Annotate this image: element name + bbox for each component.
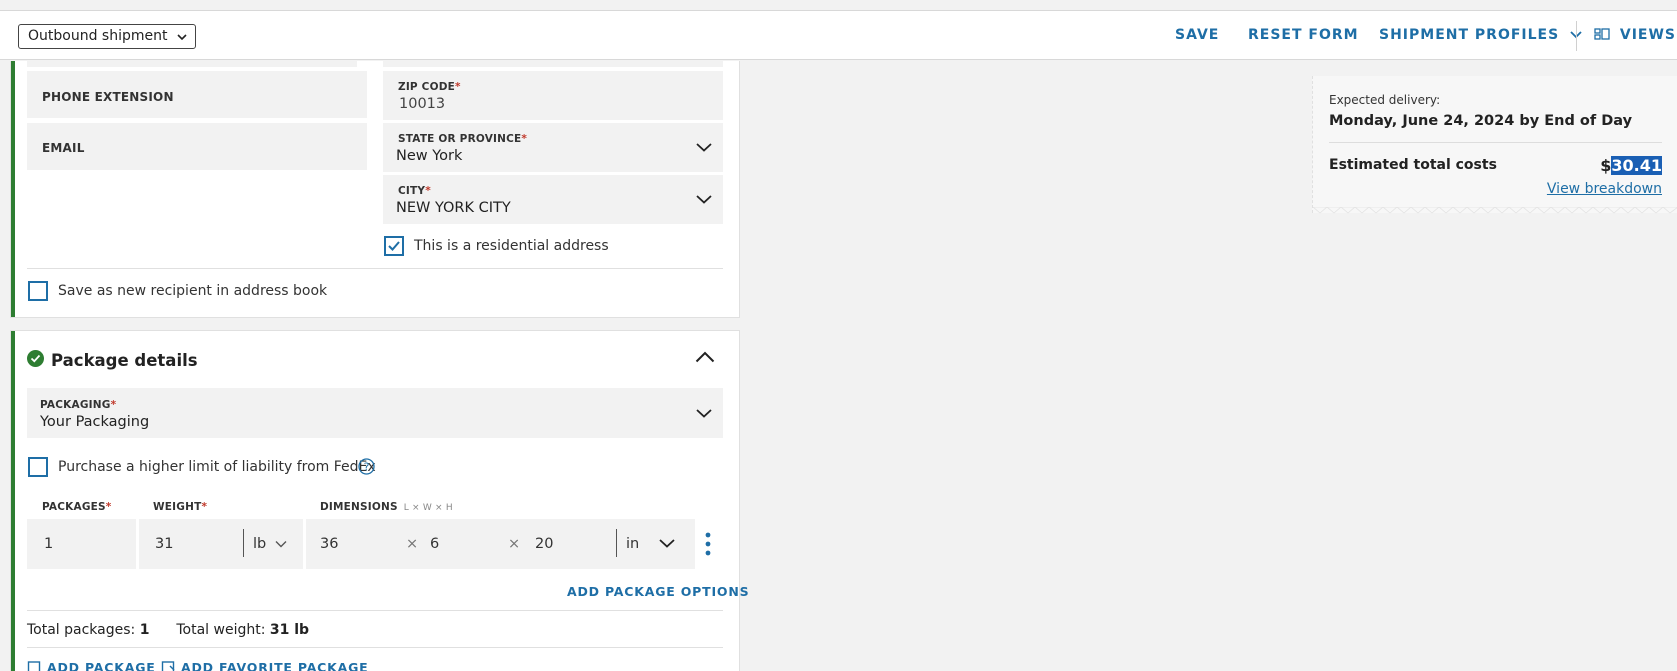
dimension-unit-select[interactable]: in xyxy=(626,536,639,552)
checkmark-icon xyxy=(388,241,400,251)
divider xyxy=(27,268,723,269)
dimension-height-value: 20 xyxy=(535,536,554,552)
liability-checkbox[interactable] xyxy=(28,457,48,477)
chevron-down-icon xyxy=(275,541,287,548)
chevron-down-icon xyxy=(659,539,675,548)
estimated-total-value: $30.41 xyxy=(1600,156,1662,175)
state-select[interactable]: STATE OR PROVINCE* New York xyxy=(383,123,723,172)
zip-code-value: 10013 xyxy=(399,96,446,112)
divider xyxy=(616,529,617,557)
city-label: CITY* xyxy=(398,185,431,197)
add-favorite-package-button[interactable]: ADD FAVORITE PACKAGE xyxy=(161,660,369,671)
views-button[interactable]: VIEWS xyxy=(1594,27,1676,43)
weight-input-group[interactable]: 31 lb xyxy=(139,519,303,569)
email-field[interactable]: EMAIL xyxy=(27,123,367,170)
divider xyxy=(27,647,723,648)
view-breakdown-link[interactable]: View breakdown xyxy=(1547,181,1662,197)
more-options-icon[interactable] xyxy=(705,532,711,556)
state-label: STATE OR PROVINCE* xyxy=(398,133,528,145)
estimated-total-label: Estimated total costs xyxy=(1329,157,1497,173)
total-packages-value: 1 xyxy=(139,622,150,638)
success-check-icon xyxy=(27,350,44,367)
receipt-edge xyxy=(1313,207,1677,214)
times-sign: × xyxy=(508,536,521,552)
previous-field-left[interactable] xyxy=(27,61,357,67)
dimensions-column-header: DIMENSIONS L × W × H xyxy=(320,501,453,513)
expected-delivery-value: Monday, June 24, 2024 by End of Day xyxy=(1329,113,1633,129)
times-sign: × xyxy=(406,536,419,552)
packages-column-header: PACKAGES* xyxy=(42,501,112,513)
save-recipient-label: Save as new recipient in address book xyxy=(58,283,328,299)
packaging-value: Your Packaging xyxy=(40,414,150,430)
package-add-icon xyxy=(27,661,41,671)
divider xyxy=(27,610,723,611)
packaging-label: PACKAGING* xyxy=(40,399,117,411)
save-recipient-checkbox[interactable] xyxy=(28,281,48,301)
toolbar-divider xyxy=(1576,21,1577,51)
package-details-title: Package details xyxy=(51,351,198,370)
shipment-profiles-button[interactable]: SHIPMENT PROFILES xyxy=(1379,27,1583,43)
zip-code-label: ZIP CODE* xyxy=(398,81,461,93)
top-toolbar: Outbound shipment SAVE RESET FORM SHIPME… xyxy=(0,10,1677,60)
shipment-summary-panel: Expected delivery: Monday, June 24, 2024… xyxy=(1312,76,1677,214)
residential-label: This is a residential address xyxy=(414,238,609,254)
save-button[interactable]: SAVE xyxy=(1175,27,1219,43)
packages-value: 1 xyxy=(44,536,54,552)
chevron-up-icon[interactable] xyxy=(695,351,715,363)
views-label: VIEWS xyxy=(1619,27,1677,43)
dimension-width-value: 6 xyxy=(430,536,440,552)
state-value: New York xyxy=(396,148,463,164)
zip-code-field[interactable]: ZIP CODE* 10013 xyxy=(383,71,723,120)
chevron-down-icon xyxy=(696,143,712,152)
dimension-length-value: 36 xyxy=(320,536,339,552)
divider xyxy=(1329,142,1662,143)
chevron-down-icon xyxy=(696,409,712,418)
section-complete-bar xyxy=(11,61,15,317)
city-value: NEW YORK CITY xyxy=(396,200,511,216)
email-label: EMAIL xyxy=(42,141,85,155)
favorite-package-icon xyxy=(161,661,175,671)
total-weight-value: 31 lb xyxy=(269,622,310,638)
phone-extension-label: PHONE EXTENSION xyxy=(42,90,174,104)
recipient-section: PHONE EXTENSION EMAIL ZIP CODE* 10013 ST… xyxy=(10,61,740,318)
shipment-profiles-label: SHIPMENT PROFILES xyxy=(1379,27,1560,43)
add-package-button[interactable]: ADD PACKAGE xyxy=(27,660,156,671)
packaging-select[interactable]: PACKAGING* Your Packaging xyxy=(27,388,723,438)
previous-field-right[interactable] xyxy=(383,61,723,67)
weight-value: 31 xyxy=(155,536,174,552)
section-complete-bar xyxy=(11,331,15,671)
weight-unit-select[interactable]: lb xyxy=(253,536,266,552)
liability-label: Purchase a higher limit of liability fro… xyxy=(58,459,376,475)
add-package-label: ADD PACKAGE xyxy=(47,660,156,671)
shipment-type-select[interactable]: Outbound shipment xyxy=(18,24,197,49)
shipment-type-value: Outbound shipment xyxy=(28,28,168,44)
chevron-down-icon xyxy=(177,34,188,41)
city-select[interactable]: CITY* NEW YORK CITY xyxy=(383,175,723,224)
packages-input[interactable]: 1 xyxy=(27,519,136,569)
residential-checkbox[interactable] xyxy=(384,236,404,256)
add-favorite-package-label: ADD FAVORITE PACKAGE xyxy=(181,660,369,671)
views-grid-icon xyxy=(1594,28,1610,40)
package-details-section: Package details PACKAGING* Your Packagin… xyxy=(10,330,749,671)
dimensions-input-group[interactable]: 36 × 6 × 20 in xyxy=(306,519,695,569)
weight-column-header: WEIGHT* xyxy=(153,501,208,513)
svg-text:?: ? xyxy=(364,461,370,474)
help-icon[interactable]: ? xyxy=(358,458,375,475)
chevron-down-icon xyxy=(696,195,712,204)
expected-delivery-label: Expected delivery: xyxy=(1329,93,1441,107)
divider xyxy=(243,529,244,557)
reset-form-button[interactable]: RESET FORM xyxy=(1248,27,1359,43)
total-packages-label: Total packages: xyxy=(27,622,136,638)
package-totals: Total packages: 1 Total weight: 31 lb xyxy=(27,622,309,638)
add-package-options-link[interactable]: ADD PACKAGE OPTIONS xyxy=(567,584,749,599)
phone-extension-field[interactable]: PHONE EXTENSION xyxy=(27,71,367,118)
total-weight-label: Total weight: xyxy=(176,622,266,638)
